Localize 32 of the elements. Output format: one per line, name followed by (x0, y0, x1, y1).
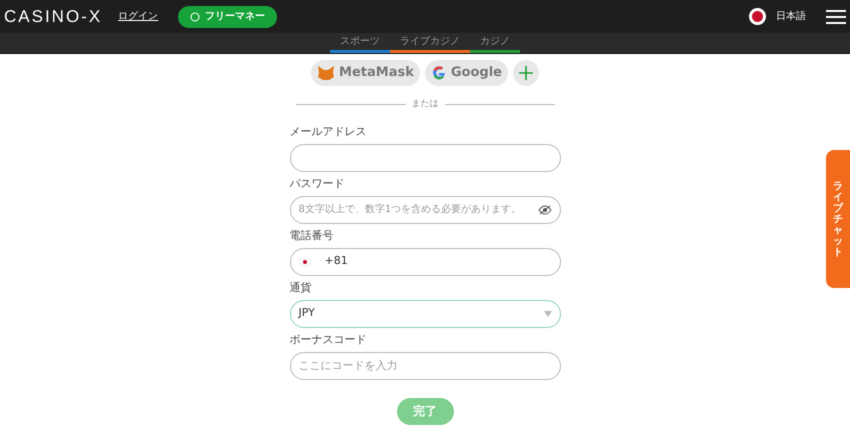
field-label: パスワード (290, 176, 346, 190)
currency-select[interactable]: JPY (290, 300, 560, 328)
field-label: メールアドレス (290, 124, 368, 138)
field-label: 通貨 (290, 280, 312, 294)
free-money-button[interactable]: フリーマネー (178, 6, 278, 28)
text-field[interactable] (290, 144, 560, 172)
login-link[interactable]: ログイン (118, 9, 158, 24)
dropdown-icon (544, 310, 552, 316)
plus-icon (518, 66, 533, 80)
more-button[interactable] (512, 60, 539, 86)
field-label: ボーナスコード (290, 332, 368, 346)
divider-text: または (412, 98, 438, 111)
logo[interactable]: CASINO-X (4, 4, 102, 30)
category-tab[interactable]: スポーツ (330, 32, 390, 53)
category-tab[interactable]: ライブカジノ (390, 32, 470, 53)
password-field[interactable]: 8文字以上で、数字1つを含める必要があります。 (290, 196, 560, 224)
text-field[interactable]: ここにコードを入力 (290, 352, 560, 380)
password-input[interactable]: 8文字以上で、数字1つを含める必要があります。 (298, 202, 538, 217)
phone-field[interactable]: +81 (290, 248, 560, 276)
phone-value: +81 (324, 253, 348, 270)
japan-flag-icon (749, 8, 766, 25)
field-label: 電話番号 (290, 228, 334, 242)
language-label[interactable]: 日本語 (776, 9, 806, 24)
google-button[interactable]: Google (424, 60, 508, 86)
live-chat-tab[interactable]: ライブチャット (826, 150, 850, 288)
fox-icon (317, 65, 336, 81)
japan-flag-icon[interactable] (298, 258, 310, 266)
category-tab[interactable]: カジノ (470, 32, 520, 53)
menu-icon[interactable] (826, 10, 846, 24)
google-icon (430, 65, 447, 81)
eye-icon[interactable] (538, 204, 552, 214)
metamask-button[interactable]: MetaMask (311, 60, 420, 86)
